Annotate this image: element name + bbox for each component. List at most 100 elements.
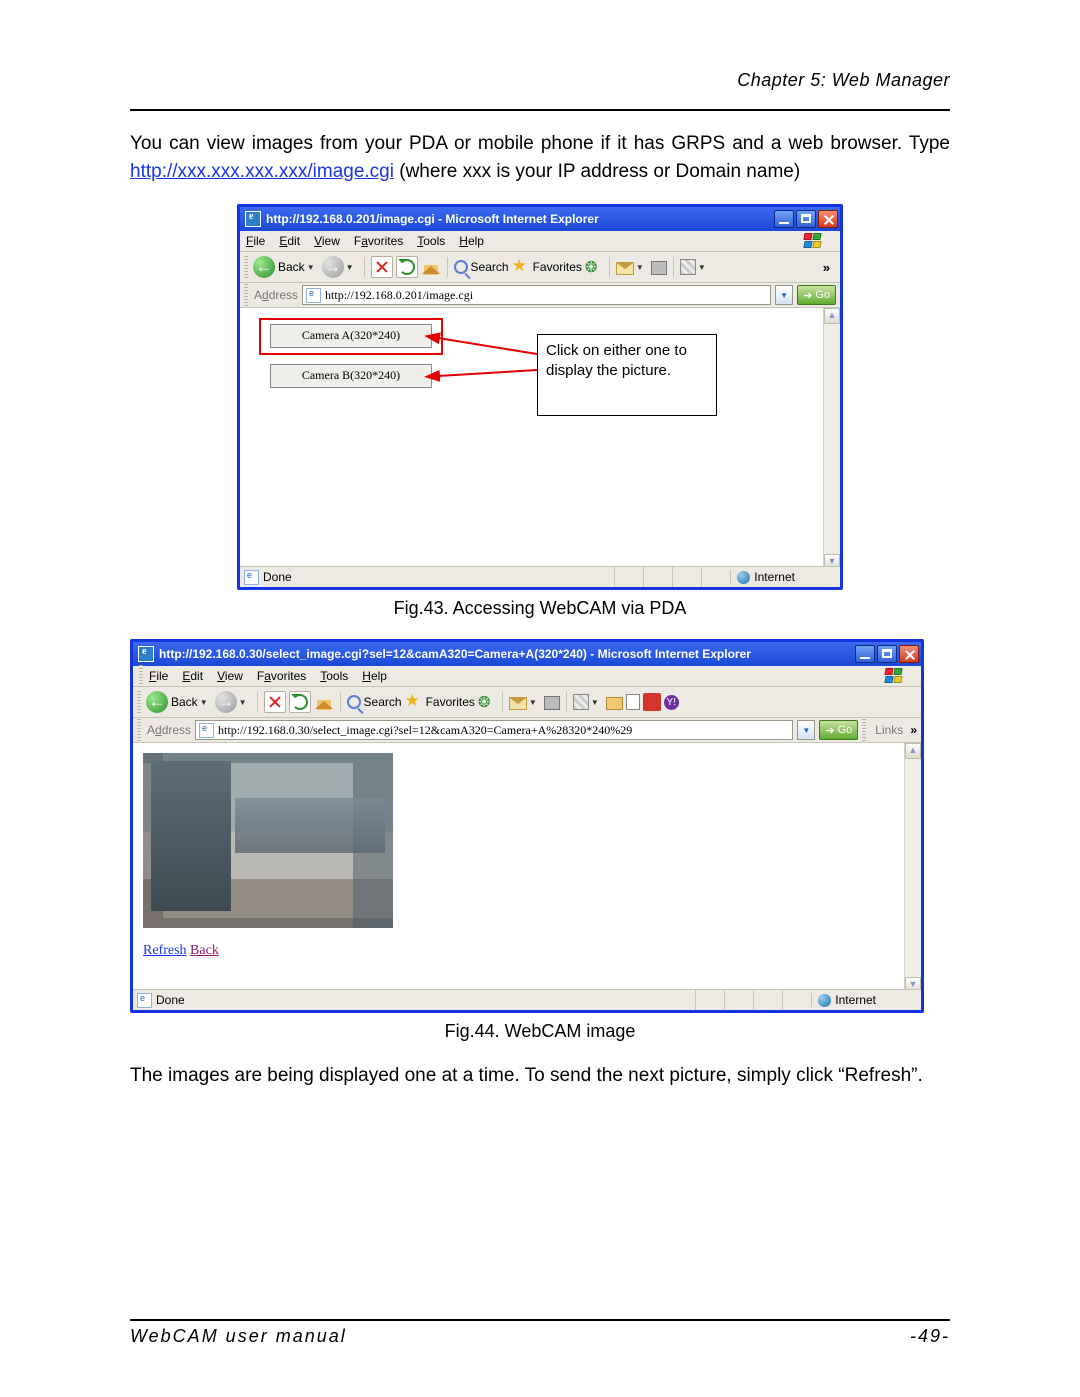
doc-button[interactable] (626, 694, 640, 710)
titlebar: http://192.168.0.30/select_image.cgi?sel… (133, 642, 921, 666)
menu-file[interactable]: File (149, 669, 168, 683)
fig44-caption: Fig.44. WebCAM image (130, 1021, 950, 1042)
menu-tools[interactable]: Tools (320, 669, 348, 683)
menu-view[interactable]: View (314, 234, 340, 248)
address-input[interactable] (325, 288, 767, 303)
links-label[interactable]: Links (872, 723, 906, 737)
forward-button[interactable]: →▼ (215, 691, 251, 713)
windows-flag-icon (885, 668, 903, 684)
address-field[interactable] (302, 285, 771, 305)
camera-a-button[interactable]: Camera A(320*240) (270, 324, 432, 348)
status-text: Done (156, 993, 185, 1007)
folder-button[interactable] (606, 694, 623, 710)
menu-edit[interactable]: Edit (182, 669, 203, 683)
menu-file[interactable]: File (246, 234, 265, 248)
page-footer: WebCAM user manual -49- (130, 1319, 950, 1347)
status-bar: Done Internet (133, 989, 921, 1010)
favorites-button[interactable]: ★Favorites (405, 693, 475, 711)
header-rule (130, 109, 950, 111)
minimize-button[interactable] (774, 210, 794, 228)
home-button[interactable] (314, 692, 334, 712)
address-field[interactable] (195, 720, 793, 740)
page-icon (306, 288, 321, 303)
intro-text-before: You can view images from your PDA or mob… (130, 133, 950, 154)
home-button[interactable] (421, 257, 441, 277)
ie-window-fig44: http://192.168.0.30/select_image.cgi?sel… (130, 639, 924, 1013)
close-button[interactable] (899, 645, 919, 663)
refresh-button[interactable] (289, 691, 311, 713)
address-bar: Address ▼ Go Links » (133, 718, 921, 743)
menu-edit[interactable]: Edit (279, 234, 300, 248)
chapter-title: Chapter 5: Web Manager (130, 70, 950, 91)
status-page-icon (244, 570, 259, 585)
links-overflow[interactable]: » (910, 723, 917, 737)
back-link[interactable]: Back (190, 943, 219, 958)
intro-paragraph: You can view images from your PDA or mob… (130, 130, 950, 185)
menu-help[interactable]: Help (362, 669, 387, 683)
windows-flag-icon (804, 233, 822, 249)
scrollbar-vertical[interactable]: ▲▼ (823, 308, 840, 570)
forward-button[interactable]: →▼ (322, 256, 358, 278)
toolbar: ←Back▼ →▼ Search ★Favorites ❂ ▼ ▼ » (240, 252, 840, 283)
mail-button[interactable]: ▼ (616, 259, 648, 275)
toolbar-grip (244, 256, 248, 278)
address-dropdown[interactable]: ▼ (775, 285, 793, 305)
close-button[interactable] (818, 210, 838, 228)
history-button[interactable]: ❂ (585, 258, 603, 276)
print-button[interactable] (544, 694, 560, 710)
address-bar: Address ▼ Go (240, 283, 840, 308)
search-button[interactable]: Search (347, 695, 402, 709)
window-title: http://192.168.0.30/select_image.cgi?sel… (159, 647, 855, 661)
footer-manual: WebCAM user manual (130, 1326, 347, 1347)
maximize-button[interactable] (796, 210, 816, 228)
ie-icon (245, 211, 261, 227)
back-button[interactable]: ←Back▼ (253, 256, 319, 278)
menu-tools[interactable]: Tools (417, 234, 445, 248)
status-zone: Internet (730, 570, 823, 584)
address-input[interactable] (218, 723, 789, 738)
back-button[interactable]: ←Back▼ (146, 691, 212, 713)
titlebar: http://192.168.0.201/image.cgi - Microso… (240, 207, 840, 231)
annotation-callout: Click on either one to display the pictu… (537, 334, 717, 416)
globe-icon (818, 994, 831, 1007)
menu-favorites[interactable]: Favorites (354, 234, 403, 248)
menu-view[interactable]: View (217, 669, 243, 683)
intro-url-link[interactable]: http://xxx.xxx.xxx.xxx/image.cgi (130, 161, 394, 182)
toolbar-overflow[interactable]: » (823, 260, 836, 275)
webcam-links: Refresh Back (143, 943, 219, 959)
menu-help[interactable]: Help (459, 234, 484, 248)
extra-button-1[interactable] (643, 693, 661, 711)
mail-button[interactable]: ▼ (509, 694, 541, 710)
history-button[interactable]: ❂ (478, 693, 496, 711)
stop-button[interactable] (371, 256, 393, 278)
tile-button[interactable]: ▼ (680, 259, 710, 275)
address-dropdown[interactable]: ▼ (797, 720, 815, 740)
favorites-button[interactable]: ★Favorites (512, 258, 582, 276)
address-label: Address (254, 288, 298, 302)
stop-button[interactable] (264, 691, 286, 713)
content-area: ▲▼ Camera A(320*240) Camera B(320*240) C… (240, 308, 840, 570)
globe-icon (737, 571, 750, 584)
go-button[interactable]: Go (797, 285, 836, 305)
go-button[interactable]: Go (819, 720, 858, 740)
menu-favorites[interactable]: Favorites (257, 669, 306, 683)
footer-page-number: -49- (910, 1326, 950, 1347)
address-label: Address (147, 723, 191, 737)
scrollbar-vertical[interactable]: ▲▼ (904, 743, 921, 993)
intro-text-after: (where xxx is your IP address or Domain … (399, 161, 800, 182)
status-bar: Done Internet (240, 566, 840, 587)
fig43-caption: Fig.43. Accessing WebCAM via PDA (130, 598, 950, 619)
ie-window-fig43: http://192.168.0.201/image.cgi - Microso… (237, 204, 843, 590)
toolbar: ←Back▼ →▼ Search ★Favorites ❂ ▼ ▼ Y! (133, 687, 921, 718)
print-button[interactable] (651, 259, 667, 275)
camera-b-button[interactable]: Camera B(320*240) (270, 364, 432, 388)
tile-button[interactable]: ▼ (573, 694, 603, 710)
window-title: http://192.168.0.201/image.cgi - Microso… (266, 212, 774, 226)
maximize-button[interactable] (877, 645, 897, 663)
minimize-button[interactable] (855, 645, 875, 663)
refresh-button[interactable] (396, 256, 418, 278)
yahoo-button[interactable]: Y! (664, 695, 679, 710)
refresh-link[interactable]: Refresh (143, 943, 187, 958)
ie-icon (138, 646, 154, 662)
search-button[interactable]: Search (454, 260, 509, 274)
